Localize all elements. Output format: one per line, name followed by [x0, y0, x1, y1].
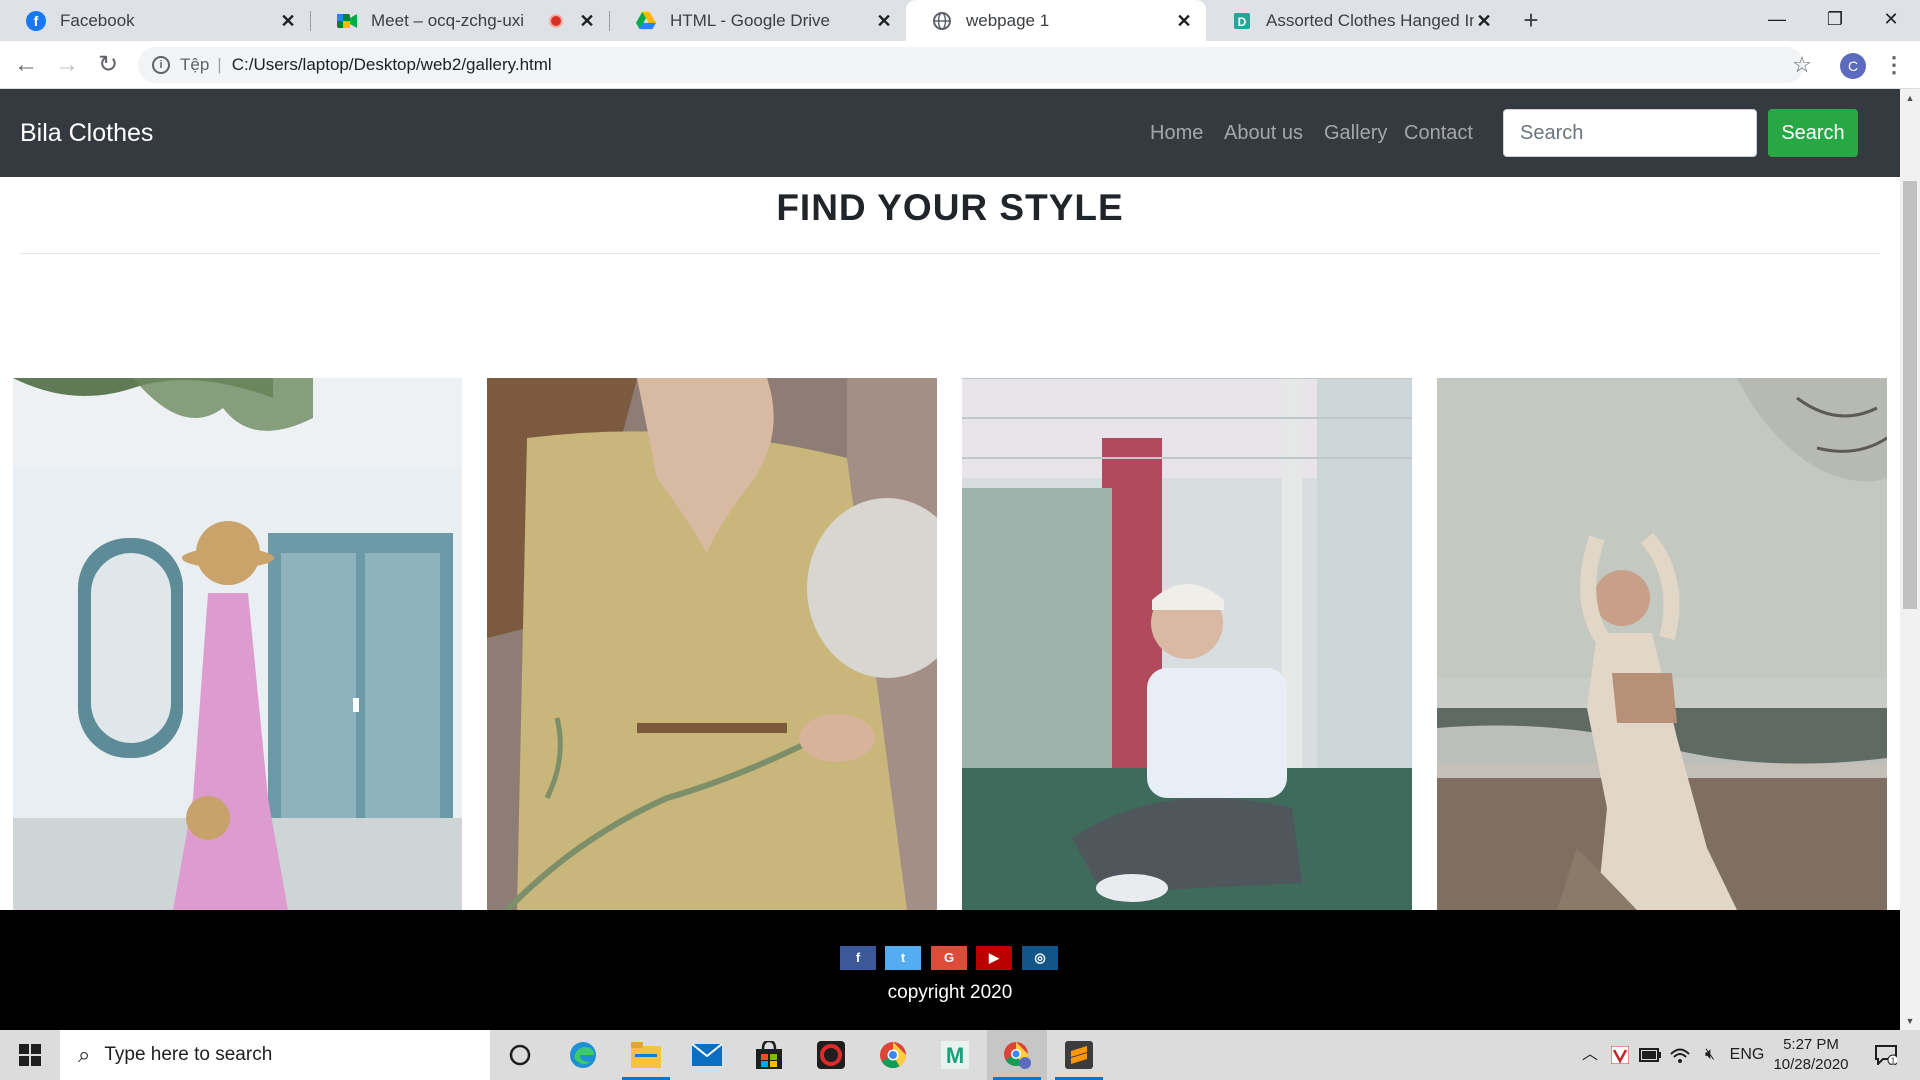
wifi-icon[interactable] — [1666, 1030, 1694, 1080]
volume-muted-icon[interactable]: 🔇︎ — [1696, 1030, 1724, 1080]
bookmark-star-icon[interactable]: ☆ — [1786, 49, 1818, 81]
taskbar-search-box[interactable]: ⌕ Type here to search — [60, 1030, 490, 1080]
browser-toolbar: ← → ↻ i Tệp | C:/Users/laptop/Desktop/we… — [0, 41, 1920, 89]
address-scheme-label: Tệp — [180, 55, 210, 74]
chrome-profile-icon[interactable] — [987, 1030, 1047, 1080]
tab-meet[interactable]: Meet – ocq-zchg-uxi ✕ — [311, 0, 609, 41]
minimize-icon[interactable]: — — [1748, 0, 1806, 38]
document-icon: D — [1232, 11, 1252, 31]
close-icon[interactable]: ✕ — [874, 11, 894, 31]
battery-icon[interactable] — [1636, 1030, 1664, 1080]
page-viewport: Bila Clothes Home About us Gallery Conta… — [0, 89, 1920, 1030]
address-bar[interactable]: i Tệp | C:/Users/laptop/Desktop/web2/gal… — [138, 47, 1804, 83]
sublime-text-icon[interactable] — [1049, 1030, 1109, 1080]
instagram-icon[interactable]: ◎ — [1022, 946, 1058, 970]
scroll-down-icon[interactable]: ▼ — [1900, 1012, 1920, 1030]
browser-menu-icon[interactable]: ⋮ — [1882, 49, 1906, 81]
notification-count: 1 — [1891, 1056, 1896, 1065]
site-search-input[interactable] — [1503, 109, 1757, 157]
youtube-icon[interactable]: ▶ — [976, 946, 1012, 970]
mail-icon[interactable] — [677, 1030, 737, 1080]
scroll-up-icon[interactable]: ▲ — [1900, 89, 1920, 107]
restore-icon[interactable]: ❐ — [1806, 0, 1864, 38]
tab-strip: f Facebook ✕ Meet – ocq-zchg-uxi ✕ HTML … — [0, 0, 1920, 41]
site-search-button[interactable]: Search — [1768, 109, 1858, 157]
close-icon[interactable]: ✕ — [577, 11, 597, 31]
tab-title: webpage 1 — [966, 10, 1050, 30]
clock-time: 5:27 PM — [1783, 1036, 1839, 1053]
windows-start-icon[interactable] — [0, 1030, 60, 1080]
search-icon: ⌕ — [78, 1042, 91, 1067]
nav-link-about[interactable]: About us — [1224, 89, 1303, 177]
close-icon[interactable]: ✕ — [1174, 11, 1194, 31]
store-icon[interactable] — [739, 1030, 799, 1080]
scrollbar-thumb[interactable] — [1903, 181, 1917, 609]
tab-title: Meet – ocq-zchg-uxi — [371, 10, 525, 30]
gallery-image-2[interactable] — [487, 378, 937, 910]
nav-link-contact[interactable]: Contact — [1404, 89, 1473, 177]
address-url[interactable]: C:/Users/laptop/Desktop/web2/gallery.htm… — [232, 55, 552, 75]
gallery-image-4[interactable] — [1437, 378, 1887, 910]
notification-center-icon[interactable]: 1 — [1866, 1030, 1906, 1080]
edge-browser-icon[interactable] — [553, 1030, 613, 1080]
nav-link-home[interactable]: Home — [1150, 89, 1203, 177]
address-separator: | — [217, 55, 222, 74]
taskbar-clock[interactable]: 5:27 PM 10/28/2020 — [1764, 1035, 1858, 1075]
heading-divider — [20, 253, 1880, 254]
info-icon[interactable]: i — [152, 56, 170, 74]
close-icon[interactable]: ✕ — [1474, 11, 1494, 31]
google-meet-icon — [337, 11, 357, 31]
recording-icon — [549, 13, 563, 28]
window-close-icon[interactable]: ✕ — [1862, 0, 1920, 38]
page-title: FIND YOUR STYLE — [776, 187, 1124, 228]
svg-text:M: M — [946, 1043, 964, 1068]
site-brand[interactable]: Bila Clothes — [20, 89, 153, 177]
facebook-icon: f — [26, 10, 46, 31]
tab-title: Assorted Clothes Hanged Inside C — [1266, 10, 1474, 30]
m-app-icon[interactable]: M — [925, 1030, 985, 1080]
tab-webpage-active[interactable]: webpage 1 ✕ — [906, 0, 1206, 41]
site-footer: f t G ▶ ◎ copyright 2020 — [0, 910, 1900, 1030]
tab-title: Facebook — [60, 10, 135, 30]
cortana-icon[interactable] — [490, 1030, 550, 1080]
garena-icon[interactable] — [801, 1030, 861, 1080]
windows-taskbar: ⌕ Type here to search M ︿ 🔇︎ ENG 5:27 PM… — [0, 1030, 1920, 1080]
facebook-icon[interactable]: f — [840, 946, 876, 970]
clock-date: 10/28/2020 — [1773, 1056, 1849, 1073]
file-explorer-icon[interactable] — [616, 1030, 676, 1080]
svg-text:D: D — [1238, 15, 1247, 29]
gallery-image-3[interactable] — [962, 378, 1412, 910]
globe-icon — [932, 11, 952, 31]
site-navbar: Bila Clothes Home About us Gallery Conta… — [0, 89, 1900, 177]
twitter-icon[interactable]: t — [885, 946, 921, 970]
new-tab-plus-icon[interactable]: + — [1517, 6, 1545, 34]
svg-text:f: f — [34, 13, 39, 29]
close-icon[interactable]: ✕ — [278, 11, 298, 31]
nav-link-gallery[interactable]: Gallery — [1324, 89, 1387, 177]
gallery-image-1[interactable] — [13, 378, 462, 910]
forward-arrow-icon[interactable]: → — [51, 49, 83, 81]
tab-assorted-clothes[interactable]: D Assorted Clothes Hanged Inside C ✕ — [1206, 0, 1506, 41]
taskbar-search-placeholder: Type here to search — [104, 1044, 273, 1065]
tab-title: HTML - Google Drive — [670, 10, 830, 30]
profile-avatar[interactable]: C — [1840, 53, 1866, 79]
tab-facebook[interactable]: f Facebook ✕ — [0, 0, 310, 41]
reload-icon[interactable]: ↻ — [92, 49, 124, 81]
antivirus-icon[interactable] — [1607, 1030, 1633, 1080]
language-indicator[interactable]: ENG — [1728, 1030, 1766, 1080]
google-icon[interactable]: G — [931, 946, 967, 970]
back-arrow-icon[interactable]: ← — [10, 49, 42, 81]
tab-google-drive[interactable]: HTML - Google Drive ✕ — [610, 0, 906, 41]
google-drive-icon — [636, 11, 656, 31]
tray-chevron-up-icon[interactable]: ︿ — [1576, 1030, 1604, 1080]
chrome-icon[interactable] — [863, 1030, 923, 1080]
copyright-text: copyright 2020 — [887, 982, 1013, 1003]
